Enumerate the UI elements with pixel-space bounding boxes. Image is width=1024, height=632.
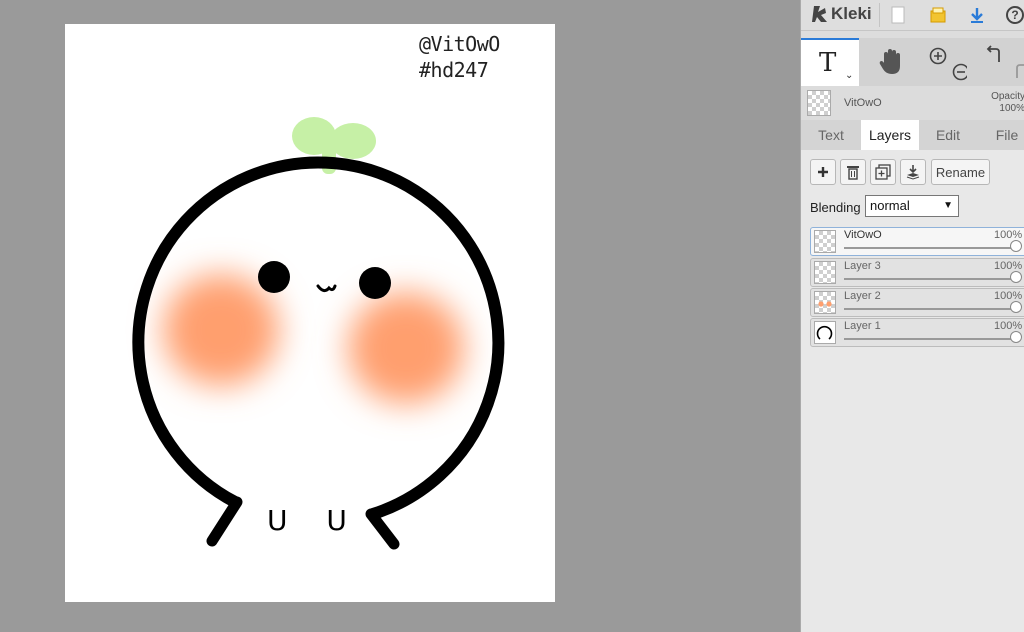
- layer-thumbnail: [814, 230, 836, 253]
- opacity-slider-track[interactable]: [844, 247, 1019, 249]
- zoom-in-icon[interactable]: [929, 47, 947, 65]
- history-controls: [977, 38, 1024, 86]
- help-icon[interactable]: ?: [1004, 4, 1024, 26]
- add-layer-button[interactable]: [810, 159, 836, 185]
- layer-name: Layer 2: [844, 290, 881, 302]
- save-icon[interactable]: [927, 4, 949, 26]
- blending-select[interactable]: normal ▼: [865, 195, 959, 217]
- merge-down-icon: [906, 165, 920, 180]
- layer-opacity: 100%: [994, 260, 1023, 272]
- workspace: @VitOwO #hd247 U U: [0, 0, 800, 632]
- chevron-down-icon: ▼: [943, 200, 953, 211]
- current-layer-header: VitOwO Opacity 100%: [801, 86, 1024, 121]
- right-leg: [365, 508, 400, 550]
- feet-text: U U: [267, 504, 362, 537]
- tab-edit[interactable]: Edit: [919, 120, 977, 150]
- opacity-slider-handle[interactable]: [1010, 271, 1022, 283]
- right-blush: [348, 292, 464, 404]
- zoom-controls: [921, 38, 969, 86]
- opacity-slider-track[interactable]: [844, 338, 1019, 340]
- side-panel: Kleki ? T ⌄ VitOwO Opacity 100% Text Lay…: [800, 0, 1024, 632]
- layer-opacity: 100%: [994, 229, 1023, 241]
- opacity-slider-handle[interactable]: [1010, 240, 1022, 252]
- hand-tool-icon: [879, 49, 900, 74]
- kleki-logo-icon: [812, 6, 827, 22]
- watermark-username: @VitOwO: [419, 32, 500, 56]
- current-layer-name: VitOwO: [844, 97, 882, 109]
- delete-layer-icon: [847, 166, 859, 180]
- layer-name: Layer 3: [844, 260, 881, 272]
- watermark-tag: #hd247: [419, 58, 489, 82]
- new-document-icon[interactable]: [887, 4, 909, 26]
- tab-layers[interactable]: Layers: [861, 120, 919, 150]
- tool-row: T ⌄: [801, 38, 1024, 86]
- mouth: [316, 284, 337, 293]
- right-eye: [359, 267, 391, 299]
- divider: [879, 3, 880, 27]
- duplicate-layer-button[interactable]: [870, 159, 896, 185]
- layer-thumbnail: [814, 261, 836, 284]
- left-blush: [163, 274, 279, 386]
- tab-file[interactable]: File: [977, 120, 1024, 150]
- opacity-readout: Opacity 100%: [991, 91, 1024, 115]
- text-tool-icon: T: [819, 48, 837, 78]
- layer-thumbnail: [814, 291, 836, 314]
- layer-opacity: 100%: [994, 320, 1023, 332]
- top-toolbar: Kleki ?: [801, 0, 1024, 31]
- opacity-slider-handle[interactable]: [1010, 331, 1022, 343]
- layer-row-layer-1[interactable]: Layer 1 100%: [810, 318, 1024, 347]
- layer-thumbnail: [814, 321, 836, 344]
- left-eye: [258, 261, 290, 293]
- layer-opacity: 100%: [994, 290, 1023, 302]
- duplicate-layer-icon: [875, 164, 891, 180]
- download-icon[interactable]: [966, 4, 988, 26]
- layer-name: Layer 1: [844, 320, 881, 332]
- left-leg: [206, 496, 243, 547]
- redo-icon[interactable]: [1016, 64, 1024, 78]
- opacity-slider-track[interactable]: [844, 278, 1019, 280]
- merge-down-button[interactable]: [900, 159, 926, 185]
- app-name: Kleki: [831, 4, 872, 23]
- layer-name: VitOwO: [844, 229, 882, 241]
- undo-icon[interactable]: [986, 45, 1000, 62]
- current-layer-thumbnail: [807, 90, 831, 116]
- delete-layer-button[interactable]: [840, 159, 866, 185]
- rename-button[interactable]: Rename: [931, 159, 990, 185]
- opacity-slider-track[interactable]: [844, 308, 1019, 310]
- opacity-value: 100%: [999, 103, 1024, 114]
- zoom-out-icon[interactable]: [952, 63, 968, 81]
- add-layer-icon: [818, 167, 828, 177]
- panel-tabs: Text Layers Edit File: [801, 120, 1024, 150]
- opacity-label: Opacity: [991, 91, 1024, 102]
- chevron-down-icon[interactable]: ⌄: [845, 70, 853, 81]
- blending-label: Blending: [810, 200, 861, 215]
- layers-panel: Rename Blending normal ▼ VitOwO 100% Lay…: [801, 150, 1024, 632]
- layer-row-layer-3[interactable]: Layer 3 100%: [810, 258, 1024, 287]
- tab-text[interactable]: Text: [801, 120, 861, 150]
- opacity-slider-handle[interactable]: [1010, 301, 1022, 313]
- layer-row-layer-2[interactable]: Layer 2 100%: [810, 288, 1024, 317]
- app-logo[interactable]: Kleki: [811, 4, 872, 24]
- blending-value: normal: [870, 198, 910, 213]
- text-tool-button[interactable]: T ⌄: [801, 38, 859, 86]
- hand-tool-button[interactable]: [861, 38, 921, 86]
- drawing-canvas[interactable]: @VitOwO #hd247 U U: [65, 24, 555, 602]
- layer-row-vitowo[interactable]: VitOwO 100%: [810, 227, 1024, 256]
